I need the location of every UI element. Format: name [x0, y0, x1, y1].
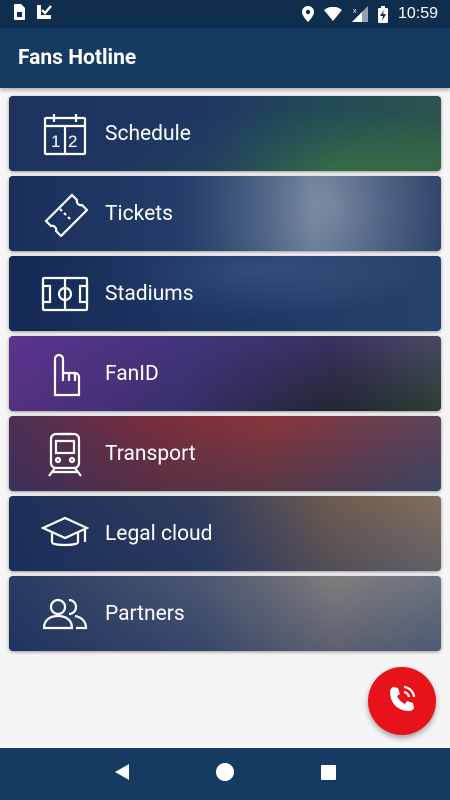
foam-finger-icon	[39, 348, 91, 400]
svg-text:2: 2	[68, 132, 77, 151]
menu-item-label: FanID	[105, 361, 159, 386]
svg-text:x: x	[353, 8, 357, 15]
menu-item-stadiums[interactable]: Stadiums	[9, 256, 441, 331]
home-button[interactable]	[205, 754, 245, 794]
call-hotline-button[interactable]	[368, 667, 436, 735]
system-nav-bar	[0, 748, 450, 800]
ticket-icon	[39, 188, 91, 240]
stadium-field-icon	[39, 268, 91, 320]
status-bar: x 10:59	[0, 0, 450, 28]
download-check-icon	[36, 4, 52, 24]
menu-item-label: Transport	[105, 441, 196, 466]
menu-item-legal-cloud[interactable]: Legal cloud	[9, 496, 441, 571]
app-title: Fans Hotline	[18, 46, 137, 70]
menu-item-label: Stadiums	[105, 281, 194, 306]
sim-card-icon	[12, 4, 26, 24]
menu-item-tickets[interactable]: Tickets	[9, 176, 441, 251]
battery-charging-icon	[377, 5, 388, 23]
status-time: 10:59	[397, 5, 438, 22]
app-bar: Fans Hotline	[0, 28, 450, 88]
phone-ringing-icon	[387, 684, 417, 718]
home-icon	[215, 762, 235, 786]
wifi-icon	[323, 7, 342, 21]
recents-icon	[320, 764, 337, 785]
location-icon	[301, 6, 314, 22]
menu-item-label: Partners	[105, 601, 185, 626]
menu-item-transport[interactable]: Transport	[9, 416, 441, 491]
svg-text:1: 1	[51, 132, 60, 151]
menu-item-schedule[interactable]: 1 2 Schedule	[9, 96, 441, 171]
calendar-icon: 1 2	[39, 108, 91, 160]
recents-button[interactable]	[308, 754, 348, 794]
people-icon	[39, 588, 91, 640]
menu-list: 1 2 Schedule Tickets Stadiums FanID Tran…	[9, 96, 441, 656]
signal-icon: x	[351, 6, 368, 22]
menu-item-fanid[interactable]: FanID	[9, 336, 441, 411]
menu-item-label: Legal cloud	[105, 521, 213, 546]
menu-item-label: Schedule	[105, 121, 191, 146]
train-icon	[39, 428, 91, 480]
graduation-cap-icon	[39, 508, 91, 560]
menu-item-partners[interactable]: Partners	[9, 576, 441, 651]
back-button[interactable]	[102, 754, 142, 794]
back-icon	[113, 763, 131, 785]
menu-item-label: Tickets	[105, 201, 173, 226]
